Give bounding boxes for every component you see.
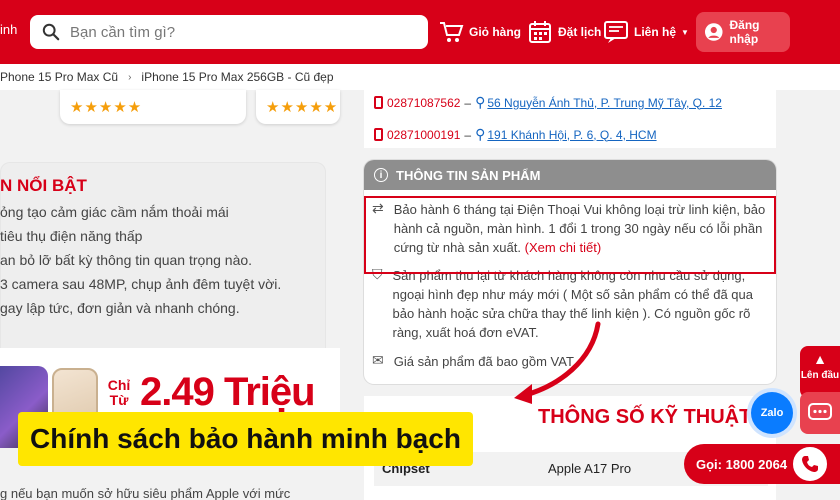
- feature-title: N NỔI BẬT: [0, 176, 87, 195]
- related-product-card[interactable]: ★★★★★: [60, 90, 246, 124]
- banner-price: 2.49 Triệu: [140, 370, 316, 414]
- phone-icon: [374, 128, 383, 141]
- cart-label: Giỏ hàng: [469, 25, 521, 39]
- feature-line: 3 camera sau 48MP, chụp ảnh đêm tuyệt vờ…: [0, 276, 282, 292]
- feature-line: gay lập tức, đơn giản và nhanh chóng.: [0, 300, 240, 316]
- product-info-title: THÔNG TIN SẢN PHẨM: [396, 167, 541, 183]
- user-icon: [704, 23, 723, 41]
- separator: –: [464, 127, 472, 142]
- arrow-up-icon: ▲: [813, 351, 827, 367]
- breadcrumb: Phone 15 Pro Max Cũ › iPhone 15 Pro Max …: [0, 64, 840, 90]
- search-box[interactable]: [30, 15, 428, 49]
- booking-label: Đặt lịch: [558, 25, 602, 39]
- booking-button[interactable]: Đặt lịch: [527, 16, 601, 48]
- related-product-card[interactable]: ★★★★★: [256, 90, 340, 124]
- annotation-arrow: [514, 321, 601, 404]
- feature-line: ỏng tạo cảm giác cầm nắm thoải mái: [0, 204, 229, 220]
- scroll-to-top-label: Lên đầu: [800, 370, 840, 381]
- store-row: 02871087562 – ⚲ 56 Nguyễn Ánh Thủ, P. Tr…: [374, 94, 722, 111]
- banner-prefix: Chỉ Từ: [107, 377, 131, 408]
- chevron-right-icon: ›: [128, 71, 132, 83]
- feature-line: an bỏ lỡ bất kỳ thông tin quan trọng nào…: [0, 252, 253, 268]
- hotline-button[interactable]: Gọi: 1800 2064: [684, 444, 840, 484]
- spec-value: Apple A17 Pro: [548, 461, 632, 476]
- scroll-to-top-button[interactable]: ▲ Lên đầu: [800, 346, 840, 398]
- location-pin-icon: ⚲: [475, 126, 486, 142]
- chat-icon: [604, 21, 628, 43]
- calendar-icon: [529, 21, 551, 43]
- search-input[interactable]: [70, 23, 410, 41]
- phone-icon: [790, 444, 830, 484]
- feature-line: tiêu thụ điện năng thấp: [0, 228, 143, 244]
- store-address-link[interactable]: 56 Nguyễn Ánh Thủ, P. Trung Mỹ Tây, Q. 1…: [487, 96, 722, 110]
- info-icon: i: [374, 168, 388, 182]
- location-pin-icon: ⚲: [475, 94, 486, 110]
- chevron-down-icon: ▼: [681, 27, 689, 37]
- breadcrumb-item-current: iPhone 15 Pro Max 256GB - Cũ đẹp: [141, 70, 334, 84]
- message-icon: [808, 403, 832, 420]
- rating-stars: ★★★★★: [266, 99, 339, 116]
- phone-icon: [374, 96, 383, 109]
- store-row: 02871000191 – ⚲ 191 Khánh Hội, P. 6, Q. …: [374, 126, 657, 143]
- site-header: inh Giỏ hàng Đặt lịch Liên hệ ▼ Đăng nhậ…: [0, 0, 840, 64]
- login-label: Đăng nhập: [729, 18, 760, 46]
- contact-button[interactable]: Liên hệ ▼: [603, 16, 689, 48]
- separator: –: [464, 95, 472, 110]
- zalo-button[interactable]: Zalo: [751, 392, 793, 434]
- store-phone-link[interactable]: 02871000191: [387, 128, 460, 142]
- shield-check-icon: ⛉: [372, 266, 383, 282]
- store-phone-link[interactable]: 02871087562: [387, 96, 460, 110]
- store-list: 02871087562 – ⚲ 56 Nguyễn Ánh Thủ, P. Tr…: [364, 90, 776, 148]
- search-icon: [42, 23, 60, 41]
- message-button[interactable]: [800, 392, 840, 434]
- receipt-icon: ✉: [372, 352, 384, 368]
- hotline-label: Gọi: 1800 2064: [696, 456, 788, 472]
- contact-label: Liên hệ: [634, 25, 677, 39]
- description-text: g nếu bạn muốn sở hữu siêu phẩm Apple vớ…: [0, 486, 291, 500]
- highlight-box: [364, 196, 776, 274]
- rating-stars: ★★★★★: [70, 99, 143, 116]
- product-info-header: i THÔNG TIN SẢN PHẨM: [364, 160, 776, 190]
- cart-button[interactable]: Giỏ hàng: [438, 16, 521, 48]
- zalo-label: Zalo: [760, 407, 784, 419]
- breadcrumb-item[interactable]: Phone 15 Pro Max Cũ: [0, 70, 118, 84]
- brand-fragment[interactable]: inh: [0, 22, 17, 37]
- caption-banner: Chính sách bảo hành minh bạch: [18, 412, 473, 466]
- cart-icon: [440, 22, 464, 42]
- store-address-link[interactable]: 191 Khánh Hội, P. 6, Q. 4, HCM: [487, 128, 656, 142]
- login-button[interactable]: Đăng nhập: [696, 12, 790, 52]
